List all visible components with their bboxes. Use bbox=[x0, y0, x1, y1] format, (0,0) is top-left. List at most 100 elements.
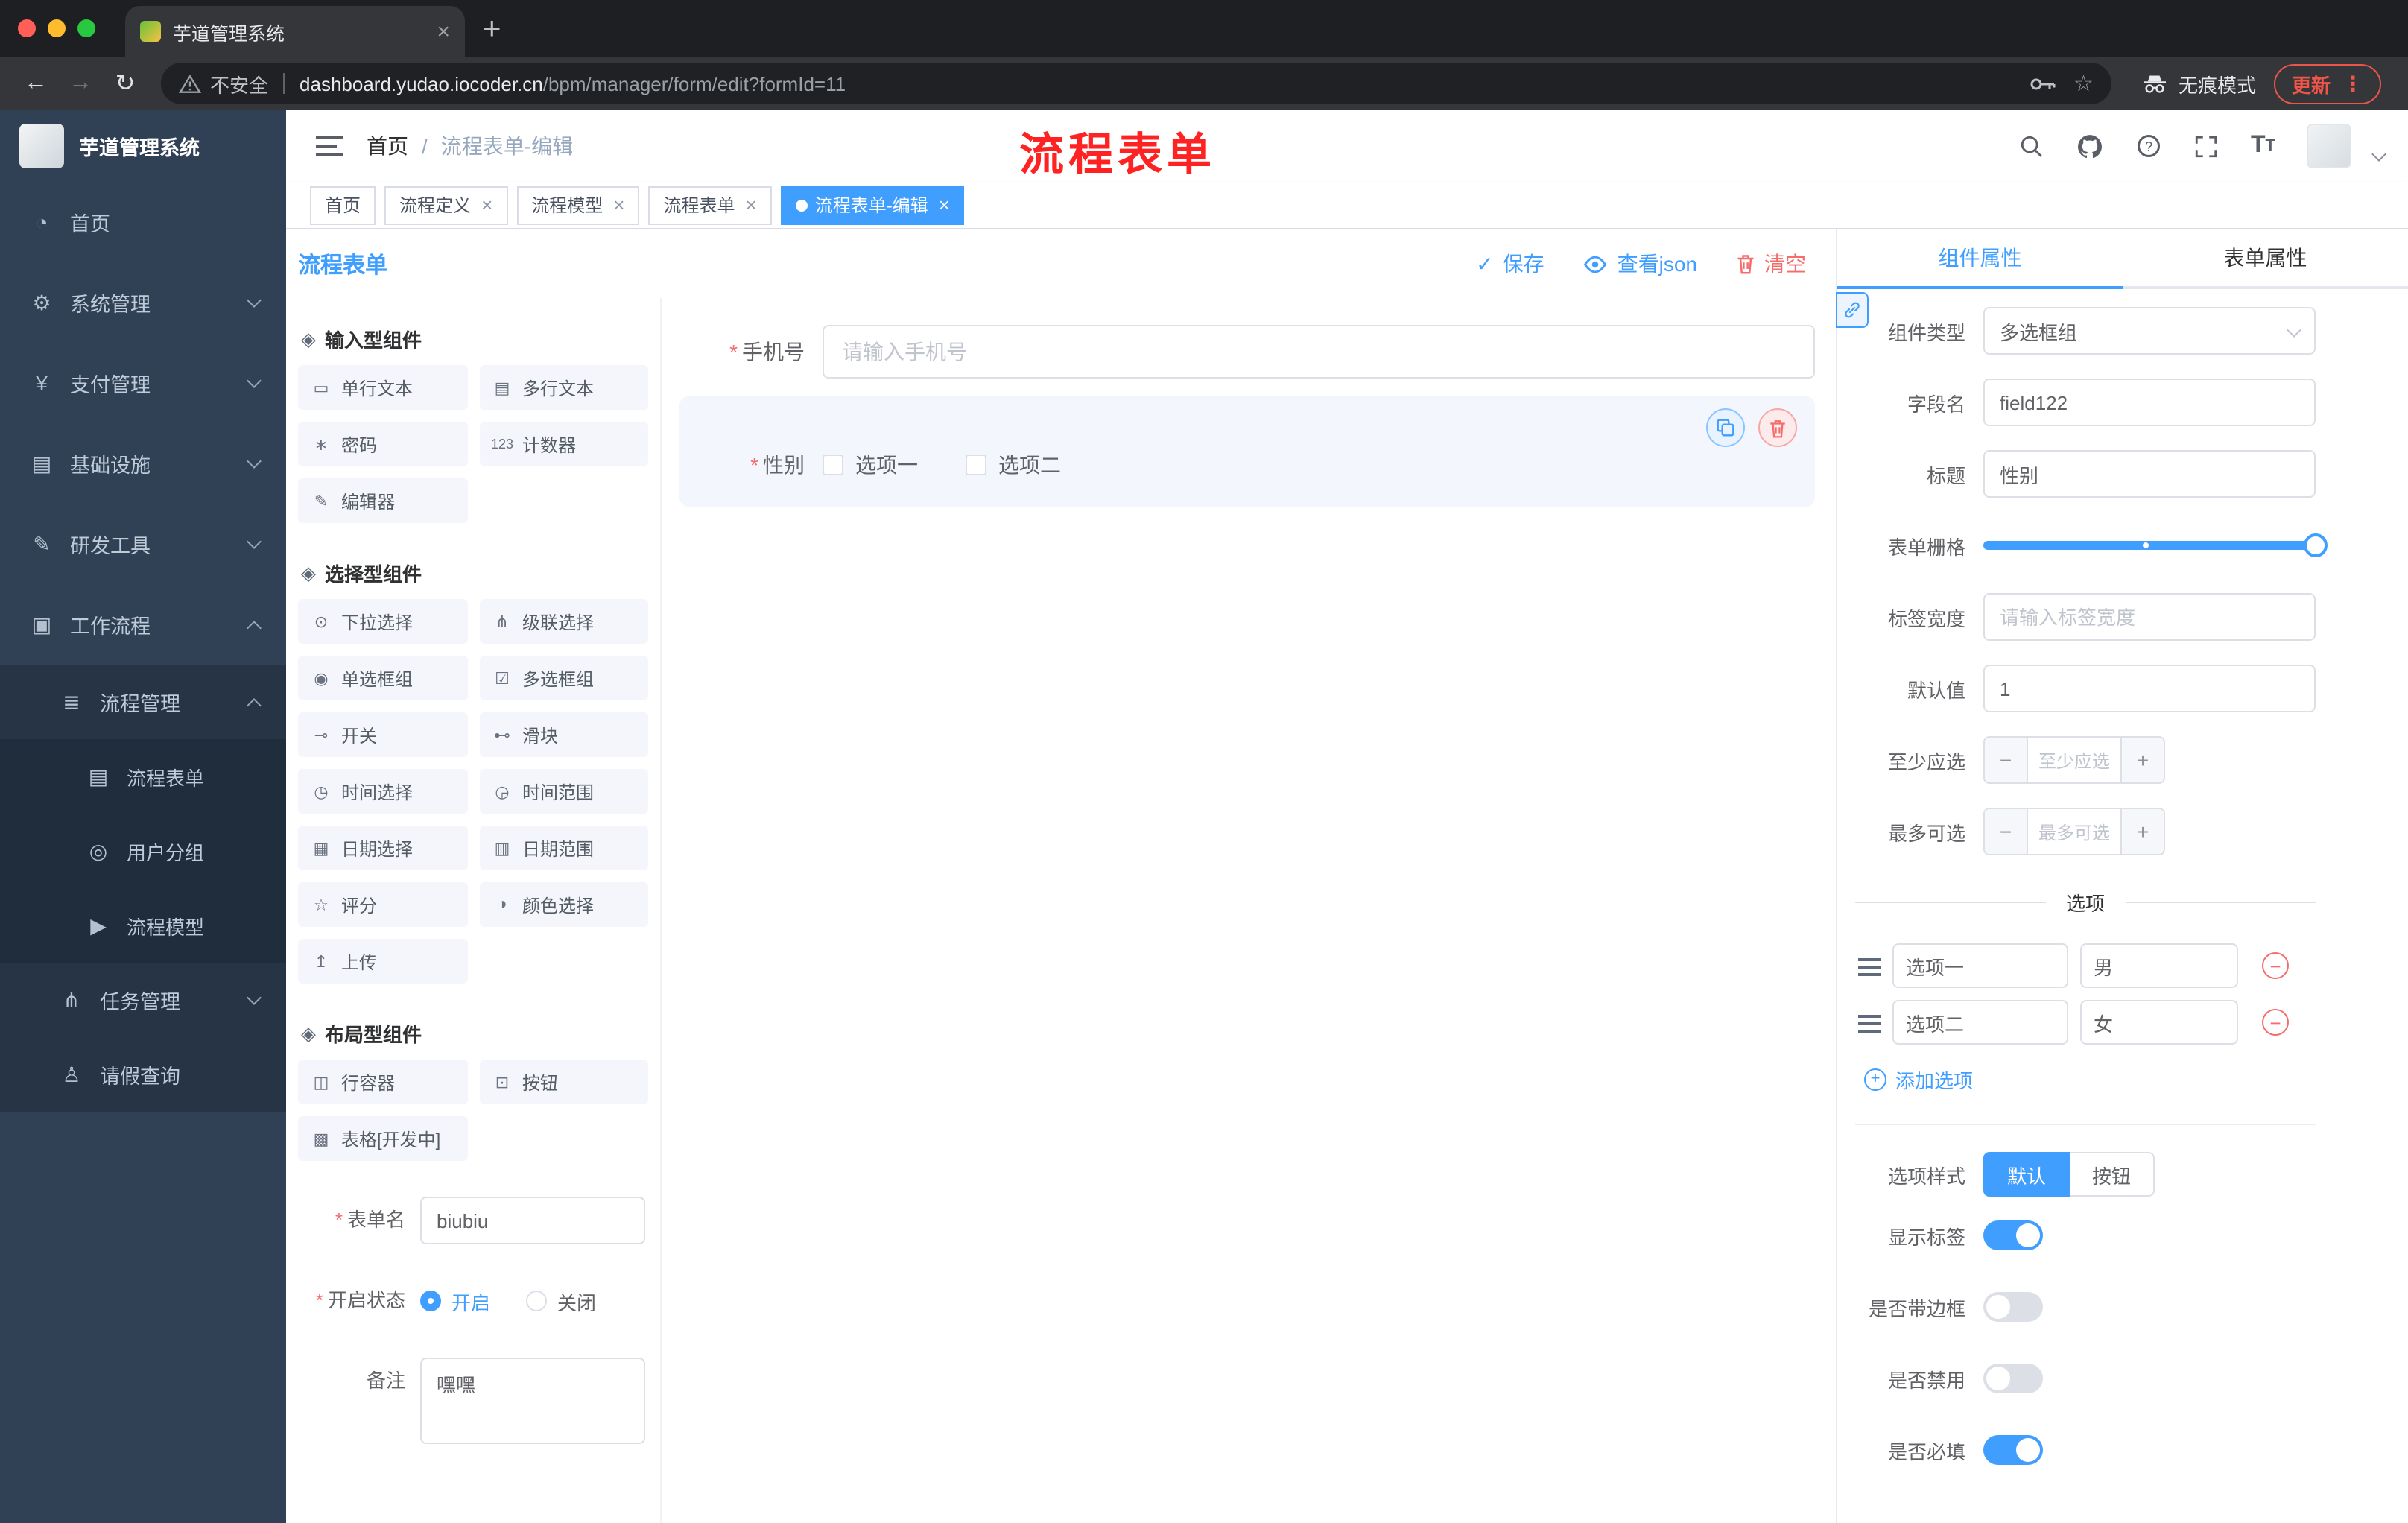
comp-slider[interactable]: ⊷ 滑块 bbox=[479, 712, 648, 757]
view-json-button[interactable]: 查看json bbox=[1583, 249, 1697, 279]
sidebar-item-workflow[interactable]: ▣ 工作流程 bbox=[0, 584, 286, 665]
github-icon[interactable] bbox=[2076, 132, 2105, 160]
zoom-window-button[interactable] bbox=[77, 19, 95, 37]
close-icon[interactable]: × bbox=[481, 195, 492, 215]
tag-process-form[interactable]: 流程表单 × bbox=[648, 186, 772, 224]
fullscreen-icon[interactable] bbox=[2194, 133, 2220, 159]
drag-handle-icon[interactable] bbox=[1858, 1014, 1881, 1032]
comp-counter[interactable]: 123 计数器 bbox=[479, 422, 648, 466]
comp-rate[interactable]: ☆ 评分 bbox=[298, 882, 467, 927]
tag-process-definition[interactable]: 流程定义 × bbox=[384, 186, 508, 224]
comp-upload[interactable]: ↥ 上传 bbox=[298, 939, 467, 984]
phone-field-row[interactable]: 手机号 bbox=[679, 325, 1815, 379]
reload-button[interactable]: ↻ bbox=[104, 63, 146, 104]
forward-button[interactable]: → bbox=[60, 63, 101, 104]
minus-button[interactable]: − bbox=[1985, 738, 2028, 782]
status-off-radio[interactable]: 关闭 bbox=[526, 1287, 596, 1315]
option-label-input[interactable] bbox=[1892, 1000, 2068, 1045]
sidebar-item-user-groups[interactable]: ◎ 用户分组 bbox=[0, 814, 286, 888]
comp-button[interactable]: ⊡ 按钮 bbox=[479, 1060, 648, 1104]
sidebar-item-process-form[interactable]: ▤ 流程表单 bbox=[0, 739, 286, 814]
option-value-input[interactable] bbox=[2080, 1000, 2238, 1045]
form-grid-slider[interactable] bbox=[1983, 522, 2328, 569]
tab-form-props[interactable]: 表单属性 bbox=[2123, 229, 2408, 286]
app-logo[interactable]: 芋道管理系统 bbox=[0, 110, 286, 182]
slider-handle[interactable] bbox=[2304, 533, 2328, 557]
close-window-button[interactable] bbox=[18, 19, 36, 37]
sidebar-item-process-model[interactable]: ▶ 流程模型 bbox=[0, 888, 286, 963]
disabled-switch[interactable] bbox=[1983, 1364, 2043, 1393]
max-select-value[interactable]: 最多可选 bbox=[2028, 809, 2120, 854]
delete-component-button[interactable] bbox=[1758, 408, 1797, 447]
comp-cascader[interactable]: ⋔ 级联选择 bbox=[479, 599, 648, 644]
border-switch[interactable] bbox=[1983, 1292, 2043, 1322]
option-value-input[interactable] bbox=[2080, 943, 2238, 988]
comp-checkbox-group[interactable]: ☑ 多选框组 bbox=[479, 656, 648, 700]
min-select-value[interactable]: 至少应选 bbox=[2028, 738, 2120, 782]
minus-button[interactable]: − bbox=[1985, 809, 2028, 854]
field-name-input[interactable] bbox=[1983, 379, 2316, 426]
new-tab-button[interactable]: + bbox=[483, 13, 501, 44]
sidebar-item-system-management[interactable]: ⚙ 系统管理 bbox=[0, 262, 286, 343]
phone-input[interactable] bbox=[823, 325, 1815, 379]
comp-row-container[interactable]: ◫ 行容器 bbox=[298, 1060, 467, 1104]
tab-component-props[interactable]: 组件属性 bbox=[1837, 229, 2123, 286]
comp-date-range[interactable]: ▥ 日期范围 bbox=[479, 826, 648, 870]
comp-radio-group[interactable]: ◉ 单选框组 bbox=[298, 656, 467, 700]
comp-table[interactable]: ▩ 表格[开发中] bbox=[298, 1116, 467, 1161]
minimize-window-button[interactable] bbox=[48, 19, 66, 37]
comp-select[interactable]: ⊙ 下拉选择 bbox=[298, 599, 467, 644]
copy-component-button[interactable] bbox=[1706, 408, 1745, 447]
form-name-input[interactable] bbox=[420, 1197, 645, 1244]
comp-time-picker[interactable]: ◷ 时间选择 bbox=[298, 769, 467, 814]
sidebar-toggle-icon[interactable] bbox=[316, 136, 343, 156]
save-button[interactable]: ✓ 保存 bbox=[1476, 249, 1544, 279]
close-icon[interactable]: × bbox=[746, 195, 757, 215]
update-button[interactable]: 更新 ⋮ bbox=[2273, 63, 2381, 104]
tag-home[interactable]: 首页 bbox=[310, 186, 376, 224]
style-default-button[interactable]: 默认 bbox=[1983, 1152, 2070, 1197]
sidebar-item-home[interactable]: ◔ 首页 bbox=[0, 182, 286, 262]
remove-option-button[interactable]: − bbox=[2262, 952, 2289, 979]
drag-handle-icon[interactable] bbox=[1858, 957, 1881, 975]
plus-button[interactable]: + bbox=[2120, 809, 2164, 854]
option-label-input[interactable] bbox=[1892, 943, 2068, 988]
required-switch[interactable] bbox=[1983, 1435, 2043, 1465]
sidebar-item-process-management[interactable]: ≣ 流程管理 bbox=[0, 665, 286, 739]
comp-multi-line-text[interactable]: ▤ 多行文本 bbox=[479, 365, 648, 410]
plus-button[interactable]: + bbox=[2120, 738, 2164, 782]
comp-date-picker[interactable]: ▦ 日期选择 bbox=[298, 826, 467, 870]
address-bar[interactable]: 不安全 dashboard.yudao.iocoder.cn/bpm/manag… bbox=[161, 63, 2111, 104]
gender-option-1-checkbox[interactable]: 选项一 bbox=[823, 450, 918, 480]
comp-editor[interactable]: ✎ 编辑器 bbox=[298, 478, 467, 523]
comp-color-picker[interactable]: ◑ 颜色选择 bbox=[479, 882, 648, 927]
back-button[interactable]: ← bbox=[15, 63, 57, 104]
label-width-input[interactable] bbox=[1983, 593, 2316, 641]
close-icon[interactable]: × bbox=[613, 195, 624, 215]
avatar[interactable] bbox=[2307, 124, 2351, 168]
tag-process-model[interactable]: 流程模型 × bbox=[516, 186, 640, 224]
remove-option-button[interactable]: − bbox=[2262, 1009, 2289, 1036]
show-label-switch[interactable] bbox=[1983, 1220, 2043, 1250]
search-icon[interactable] bbox=[2020, 133, 2045, 159]
comp-time-range[interactable]: ◶ 时间范围 bbox=[479, 769, 648, 814]
sidebar-item-payment-management[interactable]: ¥ 支付管理 bbox=[0, 343, 286, 423]
close-icon[interactable]: × bbox=[939, 195, 950, 215]
sidebar-item-infrastructure[interactable]: ▤ 基础设施 bbox=[0, 423, 286, 504]
browser-tab[interactable]: 芋道管理系统 × bbox=[125, 6, 465, 57]
comp-single-line-text[interactable]: ▭ 单行文本 bbox=[298, 365, 467, 410]
status-on-radio[interactable]: 开启 bbox=[420, 1287, 490, 1315]
bookmark-star-icon[interactable]: ☆ bbox=[2073, 70, 2094, 97]
title-input[interactable] bbox=[1983, 450, 2316, 498]
help-icon[interactable]: ? bbox=[2136, 133, 2163, 159]
component-type-select[interactable]: 多选框组 bbox=[1983, 307, 2316, 355]
tab-close-icon[interactable]: × bbox=[437, 20, 450, 42]
comp-switch[interactable]: ⊸ 开关 bbox=[298, 712, 467, 757]
breadcrumb-home[interactable]: 首页 bbox=[367, 131, 408, 161]
browser-menu-icon[interactable]: ⋮ bbox=[2342, 71, 2363, 96]
password-key-icon[interactable] bbox=[2029, 75, 2056, 92]
style-button-button[interactable]: 按钮 bbox=[2070, 1152, 2155, 1197]
clear-button[interactable]: 清空 bbox=[1736, 249, 1806, 279]
caret-down-icon[interactable] bbox=[2371, 146, 2386, 161]
form-remark-textarea[interactable]: 嘿嘿 bbox=[420, 1358, 645, 1444]
